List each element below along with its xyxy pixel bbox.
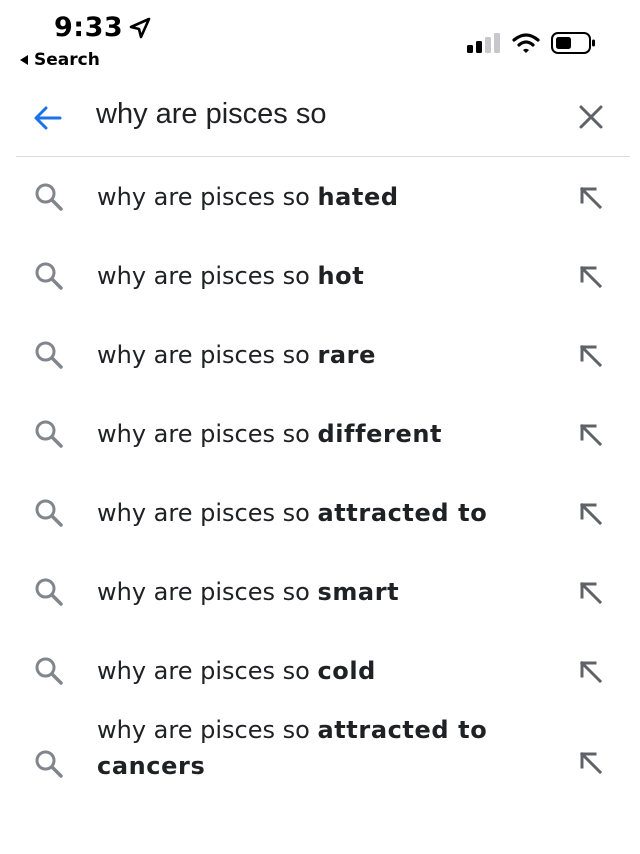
suggestion-prefix: why are pisces so	[97, 420, 318, 448]
status-time: 9:33	[54, 12, 124, 43]
suggestion-completion: smart	[317, 578, 400, 606]
search-icon	[35, 578, 63, 606]
suggestion-item[interactable]: why are pisces so hot	[0, 236, 640, 315]
arrow-up-left-icon[interactable]	[578, 750, 604, 776]
search-icon	[35, 657, 63, 685]
close-icon[interactable]	[576, 102, 606, 132]
suggestion-list: why are pisces so hated why are pisces s…	[0, 157, 640, 820]
search-icon	[35, 183, 63, 211]
suggestion-text: why are pisces so smart	[97, 574, 537, 610]
suggestion-completion: hot	[317, 262, 365, 290]
suggestion-prefix: why are pisces so	[97, 657, 318, 685]
suggestion-completion: rare	[317, 341, 376, 369]
arrow-up-left-icon[interactable]	[578, 343, 604, 369]
suggestion-prefix: why are pisces so	[97, 341, 318, 369]
wifi-icon	[512, 33, 540, 53]
search-icon	[35, 499, 63, 527]
search-icon	[35, 750, 63, 778]
suggestion-item[interactable]: why are pisces so rare	[0, 315, 640, 394]
suggestion-completion: different	[317, 420, 443, 448]
suggestion-text: why are pisces so cold	[97, 653, 537, 689]
search-bar	[16, 80, 630, 157]
arrow-up-left-icon[interactable]	[578, 580, 604, 606]
battery-icon	[551, 32, 595, 54]
suggestion-text: why are pisces so different	[97, 416, 537, 452]
suggestion-item[interactable]: why are pisces so different	[0, 394, 640, 473]
suggestion-item[interactable]: why are pisces so attracted to cancers	[0, 710, 640, 820]
suggestion-item[interactable]: why are pisces so hated	[0, 157, 640, 236]
cellular-signal-icon	[467, 33, 500, 53]
arrow-up-left-icon[interactable]	[578, 264, 604, 290]
suggestion-text: why are pisces so attracted to cancers	[97, 712, 537, 784]
suggestion-prefix: why are pisces so	[97, 499, 318, 527]
suggestion-item[interactable]: why are pisces so cold	[0, 631, 640, 710]
search-icon	[35, 420, 63, 448]
back-triangle-icon	[20, 55, 28, 65]
suggestion-item[interactable]: why are pisces so smart	[0, 552, 640, 631]
suggestion-text: why are pisces so hated	[97, 179, 537, 215]
suggestion-text: why are pisces so rare	[97, 337, 537, 373]
suggestion-text: why are pisces so attracted to	[97, 495, 537, 531]
suggestion-completion: cold	[317, 657, 376, 685]
suggestion-prefix: why are pisces so	[97, 183, 318, 211]
back-to-app-link[interactable]: Search	[20, 50, 100, 70]
search-icon	[35, 262, 63, 290]
suggestion-prefix: why are pisces so	[97, 262, 318, 290]
suggestion-prefix: why are pisces so	[97, 578, 318, 606]
arrow-up-left-icon[interactable]	[578, 185, 604, 211]
back-app-label: Search	[34, 50, 100, 70]
status-bar: 9:33 Search	[0, 0, 640, 80]
suggestion-completion: hated	[317, 183, 399, 211]
suggestion-completion: attracted to	[317, 499, 488, 527]
arrow-up-left-icon[interactable]	[578, 501, 604, 527]
back-arrow-icon[interactable]	[32, 102, 64, 134]
arrow-up-left-icon[interactable]	[578, 659, 604, 685]
location-arrow-icon	[129, 17, 151, 39]
suggestion-prefix: why are pisces so	[97, 716, 318, 744]
suggestion-text: why are pisces so hot	[97, 258, 537, 294]
search-icon	[35, 341, 63, 369]
search-input[interactable]	[96, 98, 536, 131]
suggestion-item[interactable]: why are pisces so attracted to	[0, 473, 640, 552]
arrow-up-left-icon[interactable]	[578, 422, 604, 448]
